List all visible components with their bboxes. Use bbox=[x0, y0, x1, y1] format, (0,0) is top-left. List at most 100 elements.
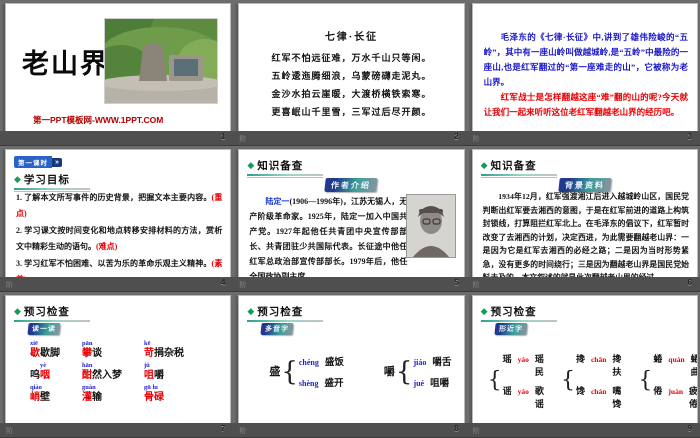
slide-thumbnail-2[interactable]: 七律·长征 红军不怕远征难，万水千山只等闲。 五岭逶迤腾细浪，乌蒙磅礴走泥丸。 … bbox=[233, 0, 466, 146]
slide-1-footer-strip: 1 bbox=[0, 131, 233, 146]
poem-title: 七律·长征 bbox=[239, 28, 463, 43]
slide-thumbnail-4[interactable]: 第一课时 » ◆ 学习目标 1. 了解本文所写事件的历史背景，把握文本主要内容。… bbox=[0, 146, 233, 292]
objective-item: 3. 学习红军不怕困难、以苦为乐的革命乐观主义精神。(素养) bbox=[16, 256, 222, 278]
brace-glyph: { bbox=[281, 359, 298, 385]
brace-glyph: { bbox=[488, 370, 502, 392]
page-number: 3 bbox=[688, 132, 692, 141]
heading-text: 知识备查 bbox=[257, 158, 303, 173]
brace-glyph: { bbox=[638, 370, 652, 392]
polyphone-group: 嚼 { jiáo嚼舌 jué咀嚼 bbox=[384, 354, 451, 389]
similar-char-group: { 搀chān搀扶 馋chán嘴馋 bbox=[560, 352, 621, 410]
diamond-bullet-icon: ◆ bbox=[247, 307, 254, 316]
intro-paragraph-blue: 毛泽东的《七律·长征》中,讲到了雄伟险峻的“五岭”，其中有一座山岭叫做越城岭,是… bbox=[484, 30, 688, 90]
heading-text: 学习目标 bbox=[24, 172, 70, 187]
corner-watermark: 阶 bbox=[6, 426, 13, 436]
slide-thumbnail-7[interactable]: ◆ 预习检查 读一读 xiē 歇歇脚 yè 呜咽 bbox=[0, 292, 233, 438]
slide-thumbnail-3[interactable]: 毛泽东的《七律·长征》中,讲到了雄伟险峻的“五岭”，其中有一座山岭叫做越城岭,是… bbox=[467, 0, 700, 146]
diamond-bullet-icon: ◆ bbox=[481, 161, 488, 170]
heading-text: 预习检查 bbox=[257, 304, 303, 319]
slide-7-canvas: ◆ 预习检查 读一读 xiē 歇歇脚 yè 呜咽 bbox=[5, 295, 231, 424]
corner-watermark: 阶 bbox=[239, 426, 246, 436]
brace-glyph: { bbox=[396, 359, 413, 385]
corner-watermark: 阶 bbox=[239, 280, 246, 290]
pinyin: shèng bbox=[299, 379, 319, 388]
pinyin: quán bbox=[668, 355, 684, 364]
objective-item: 1. 了解本文所写事件的历史背景，把握文本主要内容。(重点) bbox=[16, 190, 222, 221]
vocab-word: gū lu 骨碌 bbox=[144, 384, 184, 403]
page-number: 7 bbox=[221, 424, 225, 433]
site-watermark-text: 第一PPT模板网-WWW.1PPT.COM bbox=[6, 114, 190, 126]
objective-item: 2. 学习课文按时间变化和地点转移安排材料的方法，赏析文中精彩生动的语句。(难点… bbox=[16, 223, 222, 254]
slide-thumbnail-grid: 老山界 第一PPT模板网-WWW.1PPT.COM bbox=[0, 0, 700, 438]
pinyin: yáo bbox=[518, 387, 529, 396]
slide-4-canvas: 第一课时 » ◆ 学习目标 1. 了解本文所写事件的历史背景，把握文本主要内容。… bbox=[5, 149, 231, 278]
slide-thumbnail-9[interactable]: ◆ 预习检查 形近字 { 瑶yáo瑶民 谣yáo歌谣 { bbox=[467, 292, 700, 438]
slide-1-canvas: 老山界 第一PPT模板网-WWW.1PPT.COM bbox=[5, 3, 231, 132]
pinyin: chān bbox=[591, 355, 606, 364]
author-bio: 陆定一(1906—1996年)，江苏无锡人，无产阶级革命家。1925年，陆定一加… bbox=[249, 194, 407, 278]
pinyin: yáo bbox=[518, 355, 529, 364]
pinyin: chán bbox=[591, 387, 606, 396]
corner-watermark: 阶 bbox=[6, 280, 13, 290]
pinyin: hān bbox=[82, 362, 122, 370]
slide-thumbnail-6[interactable]: ◆ 知识备查 背景资料 1934年12月，红军强渡湘江后进入越城岭山区，国民党判… bbox=[467, 146, 700, 292]
lesson-title: 老山界 bbox=[22, 42, 109, 81]
poem-line: 金沙水拍云崖暖，大渡桥横铁索寒。 bbox=[239, 85, 463, 103]
slide-thumbnail-5[interactable]: ◆ 知识备查 作者介绍 陆定一(1906—1996年)，江苏无锡人，无产阶级革命… bbox=[233, 146, 466, 292]
page-number: 1 bbox=[221, 132, 225, 141]
slide-thumbnail-8[interactable]: ◆ 预习检查 多音字 盛 { chéng盛饭 shèng盛开 嚼 bbox=[233, 292, 466, 438]
similar-char-group: { 蜷quán蜷曲 倦juàn疲倦 bbox=[637, 352, 698, 410]
vocab-word: yè 呜咽 bbox=[30, 362, 60, 381]
poem-line: 更喜岷山千里雪，三军过后尽开颜。 bbox=[239, 103, 463, 121]
badge-label: 第一课时 bbox=[14, 156, 52, 168]
page-number: 2 bbox=[454, 132, 458, 141]
vocab-word: pān 攀谈 bbox=[82, 340, 122, 359]
vocab-word: jǔ 咀嚼 bbox=[144, 362, 184, 381]
slide-8-footer-strip: 阶 8 bbox=[233, 423, 466, 438]
page-number: 4 bbox=[221, 278, 225, 287]
section-heading: ◆ 学习目标 bbox=[14, 172, 90, 192]
mountain-monument-photo bbox=[104, 18, 218, 104]
corner-watermark: 阶 bbox=[473, 426, 480, 436]
pinyin: jǔ bbox=[144, 362, 184, 370]
brace-glyph: { bbox=[561, 370, 575, 392]
diamond-bullet-icon: ◆ bbox=[247, 161, 254, 170]
heading-text: 预习检查 bbox=[491, 304, 537, 319]
vocab-word: qiào 峭壁 bbox=[30, 384, 60, 403]
vocab-word: guàn 灌输 bbox=[82, 384, 122, 403]
page-number: 6 bbox=[688, 278, 692, 287]
vocab-word: xiē 歇歇脚 bbox=[30, 340, 60, 359]
vocab-word: hān 酣然入梦 bbox=[82, 362, 122, 381]
pinyin: jué bbox=[413, 379, 424, 388]
page-number: 8 bbox=[454, 424, 458, 433]
slide-thumbnail-1[interactable]: 老山界 第一PPT模板网-WWW.1PPT.COM bbox=[0, 0, 233, 146]
pinyin: juàn bbox=[668, 387, 683, 396]
diamond-bullet-icon: ◆ bbox=[14, 175, 21, 184]
pinyin: guàn bbox=[82, 384, 122, 392]
read-aloud-banner: 读一读 bbox=[28, 318, 60, 336]
pinyin: qiào bbox=[30, 384, 60, 392]
author-portrait-photo bbox=[406, 194, 456, 258]
poem-line: 五岭逶迤腾细浪，乌蒙磅礴走泥丸。 bbox=[239, 67, 463, 85]
diamond-bullet-icon: ◆ bbox=[14, 307, 21, 316]
poem-line: 红军不怕远征难，万水千山只等闲。 bbox=[239, 49, 463, 67]
slide-6-footer-strip: 阶 6 bbox=[467, 277, 700, 292]
author-intro-banner: 作者介绍 bbox=[239, 174, 463, 192]
pinyin: kē bbox=[144, 340, 184, 348]
heading-text: 知识备查 bbox=[491, 158, 537, 173]
pinyin: jiáo bbox=[413, 358, 426, 367]
slide-3-canvas: 毛泽东的《七律·长征》中,讲到了雄伟险峻的“五岭”，其中有一座山岭叫做越城岭,是… bbox=[472, 3, 698, 132]
heading-text: 预习检查 bbox=[24, 304, 70, 319]
slide-5-footer-strip: 阶 5 bbox=[233, 277, 466, 292]
slide-9-footer-strip: 阶 9 bbox=[467, 423, 700, 438]
corner-watermark: 阶 bbox=[473, 280, 480, 290]
objective-tag: (难点) bbox=[96, 242, 117, 251]
corner-watermark: 阶 bbox=[473, 134, 480, 144]
pinyin: pān bbox=[82, 340, 122, 348]
slide-2-footer-strip: 阶 2 bbox=[233, 131, 466, 146]
page-number: 9 bbox=[688, 424, 692, 433]
slide-5-canvas: ◆ 知识备查 作者介绍 陆定一(1906—1996年)，江苏无锡人，无产阶级革命… bbox=[238, 149, 464, 278]
similar-characters-banner: 形近字 bbox=[495, 318, 527, 336]
slide-3-footer-strip: 阶 3 bbox=[467, 131, 700, 146]
polyphone-group: 盛 { chéng盛饭 shèng盛开 bbox=[269, 354, 344, 389]
